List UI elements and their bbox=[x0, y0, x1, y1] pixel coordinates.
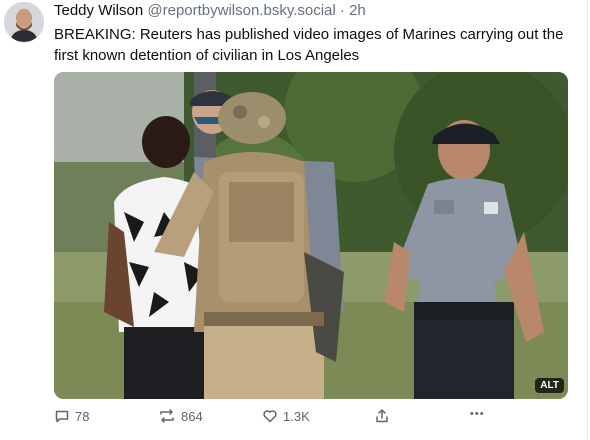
share-button[interactable] bbox=[374, 408, 390, 424]
photo-marines-detention bbox=[54, 72, 568, 399]
author-name[interactable]: Teddy Wilson bbox=[54, 2, 143, 19]
reply-icon bbox=[55, 410, 69, 423]
avatar[interactable] bbox=[4, 2, 44, 42]
divider bbox=[587, 0, 588, 440]
post-card[interactable]: Teddy Wilson @reportbywilson.bsky.social… bbox=[0, 0, 590, 440]
share-icon bbox=[376, 409, 388, 423]
like-icon bbox=[263, 410, 277, 423]
post-time[interactable]: 2h bbox=[349, 2, 366, 19]
author-handle[interactable]: @reportbywilson.bsky.social bbox=[147, 2, 335, 19]
more-button[interactable]: ••• bbox=[470, 408, 485, 420]
alt-badge[interactable]: ALT bbox=[535, 378, 564, 393]
reply-count: 78 bbox=[75, 408, 90, 424]
like-count: 1.3K bbox=[283, 408, 310, 424]
post-image[interactable]: ALT bbox=[54, 72, 568, 399]
repost-icon bbox=[160, 409, 174, 423]
separator-dot: · bbox=[339, 2, 345, 19]
reply-button[interactable]: 78 bbox=[54, 408, 89, 424]
like-button[interactable]: 1.3K bbox=[262, 408, 310, 424]
repost-button[interactable]: 864 bbox=[158, 408, 203, 424]
action-bar: 78 864 1.3K ••• bbox=[54, 408, 574, 430]
more-icon: ••• bbox=[470, 408, 485, 420]
avatar-photo bbox=[4, 2, 44, 42]
repost-count: 864 bbox=[181, 408, 203, 424]
post-text: BREAKING: Reuters has published video im… bbox=[54, 26, 564, 64]
post-header: Teddy Wilson @reportbywilson.bsky.social… bbox=[54, 2, 366, 20]
